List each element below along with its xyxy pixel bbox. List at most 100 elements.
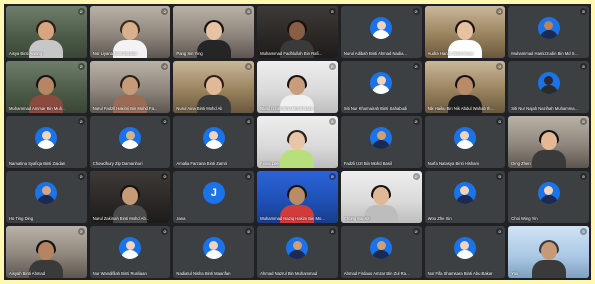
mic-muted-icon: ⊘: [328, 228, 336, 235]
participant-name: Nur Wandifilah Binti Rusliaan: [92, 271, 147, 276]
participant-tile[interactable]: ⊘ Nur Liyana Binti Mazlan: [89, 6, 171, 58]
participant-tile[interactable]: ⊘ Siti Nur Najah Nazihah Muhammad...: [508, 61, 589, 113]
participant-name: Fiona Lee: [260, 161, 279, 166]
participant-tile[interactable]: ⊘ Fadzli Izzt Bin Mohd Basil: [340, 116, 422, 168]
participant-name: Ho Ting Ding: [9, 216, 34, 221]
participant-name: Amalia Farzana Binti Zamri: [176, 161, 227, 166]
participant-name: Ahmad Firdaus Amzar Bin Zul Rash...: [343, 271, 412, 276]
participant-tile[interactable]: ⊘ Aisya Binti Awang: [6, 6, 87, 58]
mic-muted-icon: ⊘: [245, 118, 253, 125]
participant-name: Ding Zhen: [511, 161, 531, 166]
participant-tile[interactable]: ⊘ Nik Haiku Bin Nik Abdul Wahab Ihs...: [424, 61, 506, 113]
mic-muted-icon: ⊘: [245, 173, 253, 180]
participant-tile[interactable]: ⊘ Amalia Farzana Binti Zamri: [173, 116, 255, 168]
participant-name: Siti Nur Najah Nazihah Muhammad...: [511, 106, 579, 111]
participant-name: Aisya Binti Awang: [9, 51, 43, 56]
participant-tile[interactable]: ⊘ Audra Hanan Binti Imran: [424, 6, 506, 58]
mic-muted-icon: ⊘: [412, 173, 420, 180]
participant-tile[interactable]: ⊘ Ahmad Firdaus Amzar Bin Zul Rash...: [340, 226, 422, 278]
participant-tile[interactable]: ⊘ Nurfa Natasya Binti Hisham: [424, 116, 506, 168]
avatar: [370, 126, 393, 149]
mic-muted-icon: ⊘: [580, 63, 587, 70]
participant-tile[interactable]: ⊘ Muhammad Hamizzudin Bin Md Saf...: [508, 6, 589, 58]
avatar: [35, 181, 58, 204]
avatar: [119, 236, 142, 259]
mic-muted-icon: ⊘: [580, 118, 587, 125]
mic-muted-icon: ⊘: [328, 8, 336, 15]
participant-tile[interactable]: ⊘ Nurul Aina Binti Mohd Ali: [173, 61, 255, 113]
participant-tile[interactable]: ⊘ Ho Ting Ding: [6, 171, 87, 223]
participant-tile[interactable]: J ⊘ Jana: [173, 171, 255, 223]
mic-muted-icon: ⊘: [496, 228, 504, 235]
participant-name: Namatina Syafiqa Binti Zaidan: [9, 161, 66, 166]
avatar: [370, 236, 393, 259]
participant-tile[interactable]: ⊘ Nurul Adibah Binti Ahmad Nadia...: [340, 6, 422, 58]
avatar: [35, 126, 58, 149]
avatar: [537, 16, 560, 39]
participant-tile[interactable]: ⊘ Choi Wing Yin: [508, 171, 589, 223]
participant-tile[interactable]: ⊘ Nur Fifa Shamsara Binti Abu Bakar: [424, 226, 506, 278]
mic-muted-icon: ⊘: [496, 173, 504, 180]
participant-tile[interactable]: ⊘ Nurul Izzah Binti Mohd Nazri: [257, 61, 338, 113]
mic-muted-icon: ⊘: [77, 228, 85, 235]
participant-tile[interactable]: ⊘ Muhammad Fadhlullah Bin Rafi...: [257, 6, 338, 58]
avatar: [453, 236, 476, 259]
mic-muted-icon: ⊘: [161, 228, 169, 235]
mic-muted-icon: ⊘: [580, 228, 587, 235]
participant-grid: ⊘ Aisya Binti Awang ⊘ Nur Liyana Binti Mazl…: [6, 6, 589, 278]
participant-tile[interactable]: ⊘ You: [508, 226, 589, 278]
participant-name: Muhammad Haziq Hakim Bin Mo...: [260, 216, 325, 221]
avatar: [370, 71, 393, 94]
participant-tile[interactable]: ⊘ Nadiatul Nisha Binti Maarifan: [173, 226, 255, 278]
mic-muted-icon: ⊘: [328, 173, 336, 180]
participant-tile[interactable]: ⊘ Ahmad Nazrul Bin Muhammad: [257, 226, 338, 278]
participant-tile[interactable]: ⊘ Chowdhury Zip Damanhuri: [89, 116, 171, 168]
avatar: [453, 126, 476, 149]
participant-name: Nurul Adibah Binti Ahmad Nadia...: [343, 51, 407, 56]
participant-name: Nurfa Natasya Binti Hisham: [427, 161, 479, 166]
participant-tile[interactable]: ⊘ Woo Zhe Xin: [424, 171, 506, 223]
participant-tile[interactable]: ⊘ Ding Zhen: [508, 116, 589, 168]
participant-name: Siti Nur Khumairah Binti Sahabudi: [343, 106, 408, 111]
mic-muted-icon: ⊘: [77, 63, 85, 70]
mic-muted-icon: ⊘: [412, 8, 420, 15]
participant-name: Nurul Aina Binti Mohd Ali: [176, 106, 223, 111]
participant-tile[interactable]: ⊘ Chong Kai Kit: [340, 171, 422, 223]
participant-name: Choi Wing Yin: [511, 216, 538, 221]
participant-name: Fadzli Izzt Bin Mohd Basil: [343, 161, 392, 166]
mic-muted-icon: ⊘: [161, 118, 169, 125]
mic-muted-icon: ⊘: [328, 118, 336, 125]
participant-tile[interactable]: ⊘ Nur Wandifilah Binti Rusliaan: [89, 226, 171, 278]
avatar: [453, 181, 476, 204]
participant-name: Nadiatul Nisha Binti Maarifan: [176, 271, 231, 276]
participant-tile[interactable]: ⊘ Fiona Lee: [257, 116, 338, 168]
participant-name: Pang Sin Ying: [176, 51, 203, 56]
participant-name: Aisyah Binti Ahmad: [9, 271, 46, 276]
participant-tile[interactable]: ⊘ Muhammad Ammar Bin Muh...: [6, 61, 87, 113]
participant-name: Nurul Izzah Binti Mohd Nazri: [260, 106, 314, 111]
mic-muted-icon: ⊘: [496, 118, 504, 125]
mic-muted-icon: ⊘: [77, 118, 85, 125]
participant-name: Nurul Fadzil Hakimi Bin Mohd Fa...: [92, 106, 158, 111]
participant-name: Chong Kai Kit: [343, 216, 370, 221]
avatar: [370, 16, 393, 39]
mic-muted-icon: ⊘: [77, 8, 85, 15]
participant-name: Nur Fifa Shamsara Binti Abu Bakar: [427, 271, 493, 276]
participant-tile[interactable]: ⊘ Aisyah Binti Ahmad: [6, 226, 87, 278]
participant-tile[interactable]: ⊘ Muhammad Haziq Hakim Bin Mo...: [257, 171, 338, 223]
mic-muted-icon: ⊘: [245, 228, 253, 235]
participant-tile[interactable]: ⊘ Nurul Fadzil Hakimi Bin Mohd Fa...: [89, 61, 171, 113]
participant-tile[interactable]: ⊘ Siti Nur Khumairah Binti Sahabudi: [340, 61, 422, 113]
participant-tile[interactable]: ⊘ Namatina Syafiqa Binti Zaidan: [6, 116, 87, 168]
participant-name: Nik Haiku Bin Nik Abdul Wahab Ihs...: [427, 106, 496, 111]
participant-name: Chowdhury Zip Damanhuri: [92, 161, 143, 166]
participant-tile[interactable]: ⊘ Pang Sin Ying: [173, 6, 255, 58]
mic-muted-icon: ⊘: [580, 8, 587, 15]
participant-name: Ahmad Nazrul Bin Muhammad: [260, 271, 318, 276]
avatar: [202, 236, 225, 259]
avatar: [202, 126, 225, 149]
mic-muted-icon: ⊘: [412, 118, 420, 125]
participant-name: Nur Liyana Binti Mazlan: [92, 51, 137, 56]
participant-tile[interactable]: ⊘ Nurul Zakinah Binti Mohd Ab...: [89, 171, 171, 223]
participant-name: Jana: [176, 216, 186, 221]
